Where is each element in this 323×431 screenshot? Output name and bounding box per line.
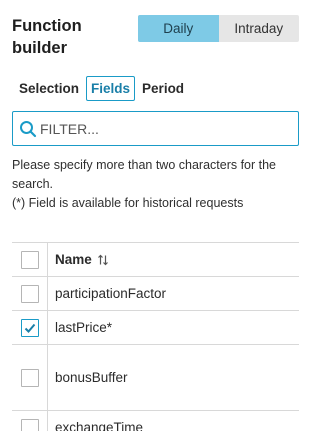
tab-period[interactable]: Period: [137, 76, 189, 101]
daily-toggle-button[interactable]: Daily: [138, 15, 219, 42]
checkbox-cell: [12, 277, 48, 310]
select-all-checkbox[interactable]: [20, 250, 39, 269]
table-row[interactable]: participationFactor: [12, 277, 299, 311]
table-row[interactable]: exchangeTime: [12, 411, 299, 431]
field-name: participationFactor: [55, 286, 167, 301]
checkmark-icon: [24, 323, 35, 333]
help-text: Please specify more than two characters …: [12, 156, 307, 213]
period-toggle: Daily Intraday: [138, 15, 299, 42]
row-checkbox[interactable]: [20, 368, 39, 387]
checkbox-cell: [12, 311, 48, 344]
intraday-toggle-button[interactable]: Intraday: [219, 15, 300, 42]
table-row[interactable]: bonusBuffer: [12, 345, 299, 411]
filter-input[interactable]: [39, 120, 289, 137]
checkbox-cell: [12, 345, 48, 410]
table-row[interactable]: lastPrice*: [12, 311, 299, 345]
name-column-header[interactable]: Name: [48, 252, 109, 267]
row-checkbox[interactable]: [20, 284, 39, 303]
tab-bar: Selection Fields Period: [12, 75, 191, 101]
function-builder-panel: Function builder Daily Intraday Selectio…: [0, 0, 323, 431]
tab-selection[interactable]: Selection: [12, 76, 84, 101]
header-checkbox-cell: [12, 243, 48, 276]
tab-fields[interactable]: Fields: [86, 75, 136, 101]
sort-updown-icon[interactable]: [97, 254, 109, 266]
row-checkbox[interactable]: [20, 318, 39, 337]
checkbox-cell: [12, 411, 48, 431]
fields-table: Name participationFactor lastPrice* bonu…: [12, 242, 299, 431]
help-text-line: (*) Field is available for historical re…: [12, 196, 244, 210]
table-header-row: Name: [12, 243, 299, 277]
help-text-line: Please specify more than two characters …: [12, 158, 277, 191]
panel-title: Function builder: [12, 17, 82, 57]
search-icon: [17, 118, 39, 140]
name-column-label: Name: [55, 252, 92, 267]
filter-box: [12, 111, 299, 146]
row-checkbox[interactable]: [20, 418, 39, 431]
field-name: exchangeTime: [55, 420, 144, 431]
field-name: lastPrice*: [55, 320, 113, 335]
field-name: bonusBuffer: [55, 370, 128, 385]
